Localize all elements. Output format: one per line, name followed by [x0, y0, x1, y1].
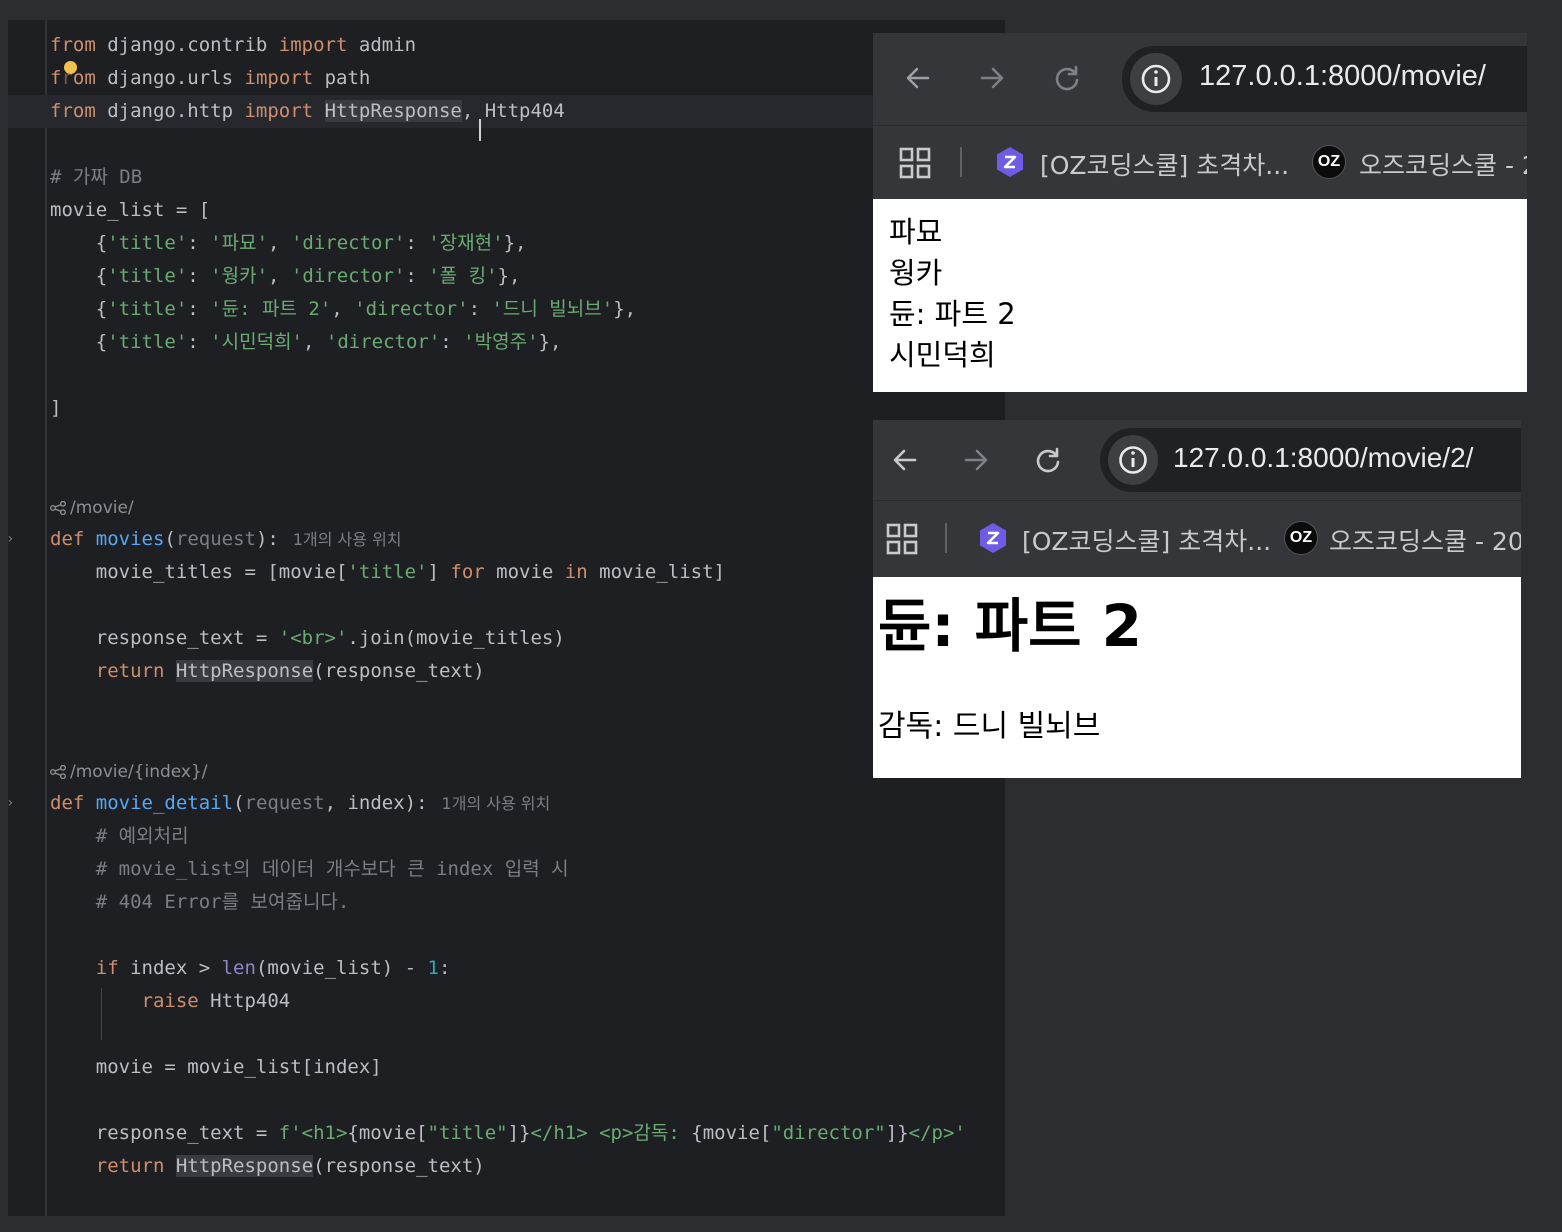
- forward-arrow-icon[interactable]: [962, 446, 990, 474]
- site-info-icon[interactable]: [1130, 53, 1182, 105]
- code-line-import-path: from django.urls import path: [50, 67, 371, 89]
- code-comment-fake-db: # 가짜 DB: [50, 166, 143, 188]
- code-line-movie-entry: {'title': '파묘', 'director': '장재현'},: [50, 232, 527, 254]
- code-line-return: return HttpResponse(response_text): [95, 1155, 485, 1177]
- code-line-movie-entry: {'title': '웡카', 'director': '폴 킹'},: [50, 265, 521, 287]
- forward-arrow-icon[interactable]: [978, 64, 1006, 92]
- page-content: 파묘 웡카 듄: 파트 2 시민덕희: [873, 199, 1527, 392]
- apps-grid-icon[interactable]: [899, 147, 931, 179]
- reload-icon[interactable]: [1034, 446, 1062, 474]
- code-line-import-admin: from django.contrib import admin: [50, 34, 417, 56]
- movie-title-line: 웡카: [889, 256, 943, 290]
- bookmark-separator: [945, 523, 947, 553]
- bookmark-oz-school[interactable]: 오즈코딩스쿨 - 202: [1329, 522, 1521, 558]
- code-line-import-http: from django.http import HttpResponse, Ht…: [50, 100, 565, 122]
- bookmarks-bar: [OZ코딩스쿨] 초격차... OZ 오즈코딩스쿨 - 202: [873, 500, 1521, 577]
- route-hint-movies[interactable]: /movie/: [50, 494, 134, 522]
- bookmark-oz-course[interactable]: [OZ코딩스쿨] 초격차...: [1022, 522, 1271, 558]
- browser-window-movie-detail: 127.0.0.1:8000/movie/2/ [OZ코딩스쿨] 초격차... …: [873, 420, 1521, 778]
- usage-hint[interactable]: 1개의 사용 위치: [293, 530, 402, 549]
- back-arrow-icon[interactable]: [891, 446, 919, 474]
- route-hint-movie-detail[interactable]: /movie/{index}/: [50, 758, 208, 786]
- code-line-movie-titles: movie_titles = [movie['title'] for movie…: [50, 561, 725, 583]
- code-comment: # movie_list의 데이터 개수보다 큰 index 입력 시: [95, 858, 569, 880]
- reload-icon[interactable]: [1053, 64, 1081, 92]
- url-text[interactable]: 127.0.0.1:8000/movie/2/: [1173, 442, 1473, 474]
- back-arrow-icon[interactable]: [904, 64, 932, 92]
- code-editor[interactable]: from django.contrib import admin from dj…: [8, 20, 1005, 1216]
- movie-title-line: 듄: 파트 2: [889, 297, 1016, 331]
- url-text[interactable]: 127.0.0.1:8000/movie/: [1199, 60, 1486, 93]
- apps-grid-icon[interactable]: [886, 523, 918, 555]
- movie-heading: 듄: 파트 2: [878, 592, 1143, 660]
- code-line-return: return HttpResponse(response_text): [95, 660, 485, 682]
- code-line-movie-assign: movie = movie_list[index]: [50, 1056, 382, 1078]
- browser-toolbar: 127.0.0.1:8000/movie/2/: [873, 420, 1521, 500]
- oz-logo-icon: OZ: [1284, 521, 1318, 555]
- bookmarks-bar: [OZ코딩스쿨] 초격차... OZ 오즈코딩스쿨 - 2: [873, 125, 1527, 199]
- code-line-movie-entry: {'title': '시민덕희', 'director': '박영주'},: [50, 331, 562, 353]
- z-badge-icon: [997, 147, 1023, 177]
- bookmark-oz-course[interactable]: [OZ코딩스쿨] 초격차...: [1040, 146, 1289, 182]
- bookmark-oz-school[interactable]: 오즈코딩스쿨 - 2: [1359, 146, 1527, 182]
- code-line-def-movie-detail: def movie_detail(request, index): 1개의 사용 …: [50, 792, 551, 814]
- code-line-raise: raise Http404: [141, 990, 291, 1012]
- site-info-icon[interactable]: [1108, 435, 1158, 485]
- code-line-if: if index > len(movie_list) - 1:: [95, 957, 451, 979]
- movie-title-line: 시민덕희: [889, 338, 996, 372]
- code-line-join: response_text = '<br>'.join(movie_titles…: [50, 627, 565, 649]
- code-line-movie-entry: {'title': '듄: 파트 2', 'director': '드니 빌뇌브…: [50, 298, 637, 320]
- fold-arrow-icon[interactable]: ›: [8, 531, 14, 547]
- code-line-list-close: ]: [50, 397, 62, 419]
- code-comment: # 예외처리: [95, 825, 189, 847]
- gutter-divider: [45, 20, 47, 1216]
- movie-title-list: 파묘 웡카 듄: 파트 2 시민덕희: [889, 212, 1016, 376]
- bookmark-separator: [960, 147, 962, 177]
- code-line-fstring: response_text = f'<h1>{movie["title"]}</…: [50, 1122, 966, 1144]
- movie-title-line: 파묘: [889, 215, 943, 249]
- browser-toolbar: 127.0.0.1:8000/movie/: [873, 33, 1527, 125]
- route-link-icon: [50, 764, 66, 780]
- usage-hint[interactable]: 1개의 사용 위치: [442, 794, 551, 813]
- code-line-movie-list: movie_list = [: [50, 199, 211, 221]
- address-bar[interactable]: 127.0.0.1:8000/movie/: [1122, 46, 1527, 112]
- browser-window-movie-list: 127.0.0.1:8000/movie/ [OZ코딩스쿨] 초격차... OZ…: [873, 33, 1527, 392]
- code-line-def-movies: def movies(request): 1개의 사용 위치: [50, 528, 402, 550]
- oz-logo-icon: OZ: [1312, 145, 1346, 179]
- code-comment: # 404 Error를 보여줍니다.: [95, 891, 350, 913]
- z-badge-icon: [980, 523, 1006, 553]
- address-bar[interactable]: 127.0.0.1:8000/movie/2/: [1100, 428, 1521, 492]
- page-content: 듄: 파트 2 감독: 드니 빌뇌브: [873, 577, 1521, 778]
- route-link-icon: [50, 500, 66, 516]
- director-paragraph: 감독: 드니 빌뇌브: [878, 709, 1101, 744]
- fold-arrow-icon[interactable]: ›: [8, 795, 14, 811]
